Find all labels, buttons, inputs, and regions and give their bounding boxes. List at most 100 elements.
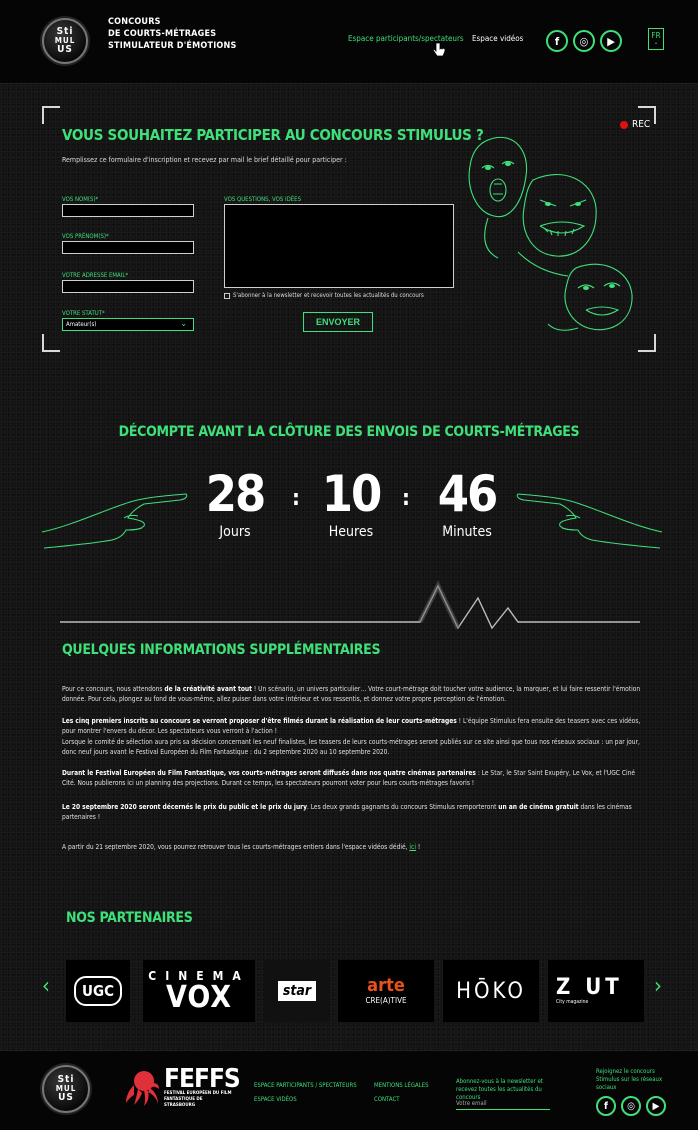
info-paragraph: Pour ce concours, nous attendons de la c… xyxy=(62,684,647,705)
zut-logo-text: Z UT xyxy=(556,975,623,1000)
footer-social-links: f ◎ ▶ xyxy=(596,1096,666,1116)
info-paragraph: A partir du 21 septembre 2020, vous pour… xyxy=(62,842,647,852)
emotion-masks-illustration xyxy=(468,136,633,331)
countdown-minutes: 46 xyxy=(437,465,499,523)
logo-line: US xyxy=(58,1092,74,1103)
site-title-line: STIMULATEUR D'ÉMOTIONS xyxy=(108,41,237,51)
site-title: CONCOURS DE COURTS-MÉTRAGES STIMULATEUR … xyxy=(108,16,237,52)
carousel-next-button[interactable]: › xyxy=(654,976,662,998)
nav-videos-link[interactable]: Espace vidéos xyxy=(472,34,523,43)
info-text-bold: Durant le Festival Européen du Film Fant… xyxy=(62,769,476,777)
submit-button[interactable]: ENVOYER xyxy=(303,312,373,332)
form-title: VOUS SOUHAITEZ PARTICIPER AU CONCOURS ST… xyxy=(62,126,484,144)
facebook-icon[interactable]: f xyxy=(596,1096,616,1116)
instagram-icon[interactable]: ◎ xyxy=(621,1096,641,1116)
partner-logo-vox[interactable]: CINEMA VOX xyxy=(143,960,255,1022)
facebook-icon[interactable]: f xyxy=(546,30,568,52)
name-field[interactable] xyxy=(62,204,194,217)
footer-email-input[interactable]: Votre email xyxy=(456,1100,550,1110)
arte-logo-text: arte xyxy=(367,974,405,996)
checkbox[interactable] xyxy=(224,292,230,299)
countdown-hours-label: Heures xyxy=(328,524,374,540)
frame-corner xyxy=(42,106,60,124)
feffs-subtitle: FESTIVAL EUROPÉEN DU FILM FANTASTIQUE DE… xyxy=(164,1091,232,1108)
partners-title: NOS PARTENAIRES xyxy=(66,910,193,926)
email-field[interactable] xyxy=(62,280,194,293)
pointing-hand-right-illustration xyxy=(516,493,663,549)
hoko-logo-text: HŌKO xyxy=(456,978,526,1004)
pointing-hand-left-illustration xyxy=(41,493,188,549)
nav-participants-link[interactable]: Espace participants/spectateurs xyxy=(348,34,464,43)
firstname-label: VOS PRÉNOM(S)* xyxy=(62,233,109,240)
info-paragraph: Le 20 septembre 2020 seront décernés le … xyxy=(62,802,647,823)
partner-logo-star[interactable]: star xyxy=(264,960,330,1022)
info-text: A partir du 21 septembre 2020, vous pour… xyxy=(62,843,410,851)
partner-logo-hoko[interactable]: HŌKO xyxy=(443,960,539,1022)
site-header: Sti MUL US CONCOURS DE COURTS-MÉTRAGES S… xyxy=(0,0,698,84)
info-text-bold: un an de cinéma gratuit xyxy=(498,803,579,811)
info-text: . Les deux grands gagnants du concours S… xyxy=(306,803,499,811)
countdown-separator: : xyxy=(402,486,410,511)
form-intro: Remplissez ce formulaire d'inscription e… xyxy=(62,156,347,164)
info-paragraph: Durant le Festival Européen du Film Fant… xyxy=(62,768,647,789)
hand-cursor-icon xyxy=(432,42,446,57)
footer-link-participants[interactable]: ESPACE PARTICIPANTS / SPECTATEURS xyxy=(254,1082,357,1089)
site-title-line: CONCOURS xyxy=(108,17,161,27)
arte-logo-subtext: CRE(A)TIVE xyxy=(365,995,407,1005)
ugc-logo-text: UGC xyxy=(74,976,122,1006)
countdown-days-label: Jours xyxy=(219,524,251,540)
logo-line: US xyxy=(57,44,73,55)
info-title: QUELQUES INFORMATIONS SUPPLÉMENTAIRES xyxy=(62,642,381,658)
status-select[interactable]: Amateur(s) ⌄ xyxy=(62,318,194,331)
instagram-icon[interactable]: ◎ xyxy=(573,30,595,52)
status-value: Amateur(s) xyxy=(66,321,97,328)
footer-social-note: Rejoignez le concours Stimulus sur les r… xyxy=(596,1068,663,1091)
info-text: Pour ce concours, nous attendons xyxy=(62,685,165,693)
zut-logo-subtext: City magazine xyxy=(556,999,589,1005)
footer-link-legal[interactable]: MENTIONS LÉGALES xyxy=(374,1082,429,1089)
email-label: VOTRE ADRESSE EMAIL* xyxy=(62,272,129,279)
site-footer: Sti MUL US FEFFS FESTIVAL EUROPÉEN DU FI… xyxy=(0,1050,698,1130)
info-text-bold: de la créativité avant tout xyxy=(164,685,252,693)
countdown-minutes-label: Minutes xyxy=(442,524,492,540)
questions-label: VOS QUESTIONS, VOS IDÉES xyxy=(224,196,302,203)
info-text-bold: Les cinq premiers inscrits au concours s… xyxy=(62,717,457,725)
countdown-separator: : xyxy=(292,486,300,511)
firstname-field[interactable] xyxy=(62,241,194,254)
footer-stimulus-logo[interactable]: Sti MUL US xyxy=(42,1065,90,1113)
vox-logo-text: VOX xyxy=(165,980,233,1015)
partner-logo-ugc[interactable]: UGC xyxy=(66,960,130,1022)
info-paragraph: Les cinq premiers inscrits au concours s… xyxy=(62,716,647,758)
countdown-title: DÉCOMPTE AVANT LA CLÔTURE DES ENVOIS DE … xyxy=(118,424,580,440)
chevron-down-icon: ⌄ xyxy=(653,39,659,46)
youtube-icon[interactable]: ▶ xyxy=(600,30,622,52)
star-logo-text: star xyxy=(277,981,317,1001)
heartbeat-divider xyxy=(60,580,640,630)
info-text: Lorsque le comité de sélection aura pris… xyxy=(62,737,640,757)
info-text: ! xyxy=(415,843,421,851)
feffs-logo[interactable]: FEFFS FESTIVAL EUROPÉEN DU FILM FANTASTI… xyxy=(124,1064,241,1109)
newsletter-label: S'abonner à la newsletter et recevoir to… xyxy=(233,292,424,299)
feffs-name: FEFFS xyxy=(164,1064,241,1094)
questions-textarea[interactable] xyxy=(224,204,454,288)
footer-link-videos[interactable]: ESPACE VIDÉOS xyxy=(254,1096,297,1103)
site-title-line: DE COURTS-MÉTRAGES xyxy=(108,29,217,39)
chevron-down-icon: ⌄ xyxy=(180,319,187,329)
youtube-icon[interactable]: ▶ xyxy=(646,1096,666,1116)
countdown-days: 28 xyxy=(205,465,267,523)
header-social-links: f ◎ ▶ xyxy=(546,30,622,52)
footer-newsletter-note: Abonnez-vous à la newsletter et recevez … xyxy=(456,1078,543,1101)
partner-logo-zut[interactable]: Z UT City magazine xyxy=(548,960,644,1022)
info-text-bold: Le 20 septembre 2020 seront décernés le … xyxy=(62,803,307,811)
carousel-prev-button[interactable]: ‹ xyxy=(42,976,50,998)
footer-link-contact[interactable]: CONTACT xyxy=(374,1096,400,1103)
status-label: VOTRE STATUT* xyxy=(62,310,105,317)
language-switch[interactable]: FR ⌄ xyxy=(648,28,664,50)
newsletter-checkbox-row[interactable]: S'abonner à la newsletter et recevoir to… xyxy=(224,292,424,299)
stimulus-logo[interactable]: Sti MUL US xyxy=(42,18,88,64)
name-label: VOS NOM(S)* xyxy=(62,196,99,203)
partner-logo-arte[interactable]: arte CRE(A)TIVE xyxy=(338,960,434,1022)
feffs-octopus-icon xyxy=(126,1071,159,1106)
frame-corner xyxy=(42,334,60,352)
countdown-hours: 10 xyxy=(321,465,383,523)
